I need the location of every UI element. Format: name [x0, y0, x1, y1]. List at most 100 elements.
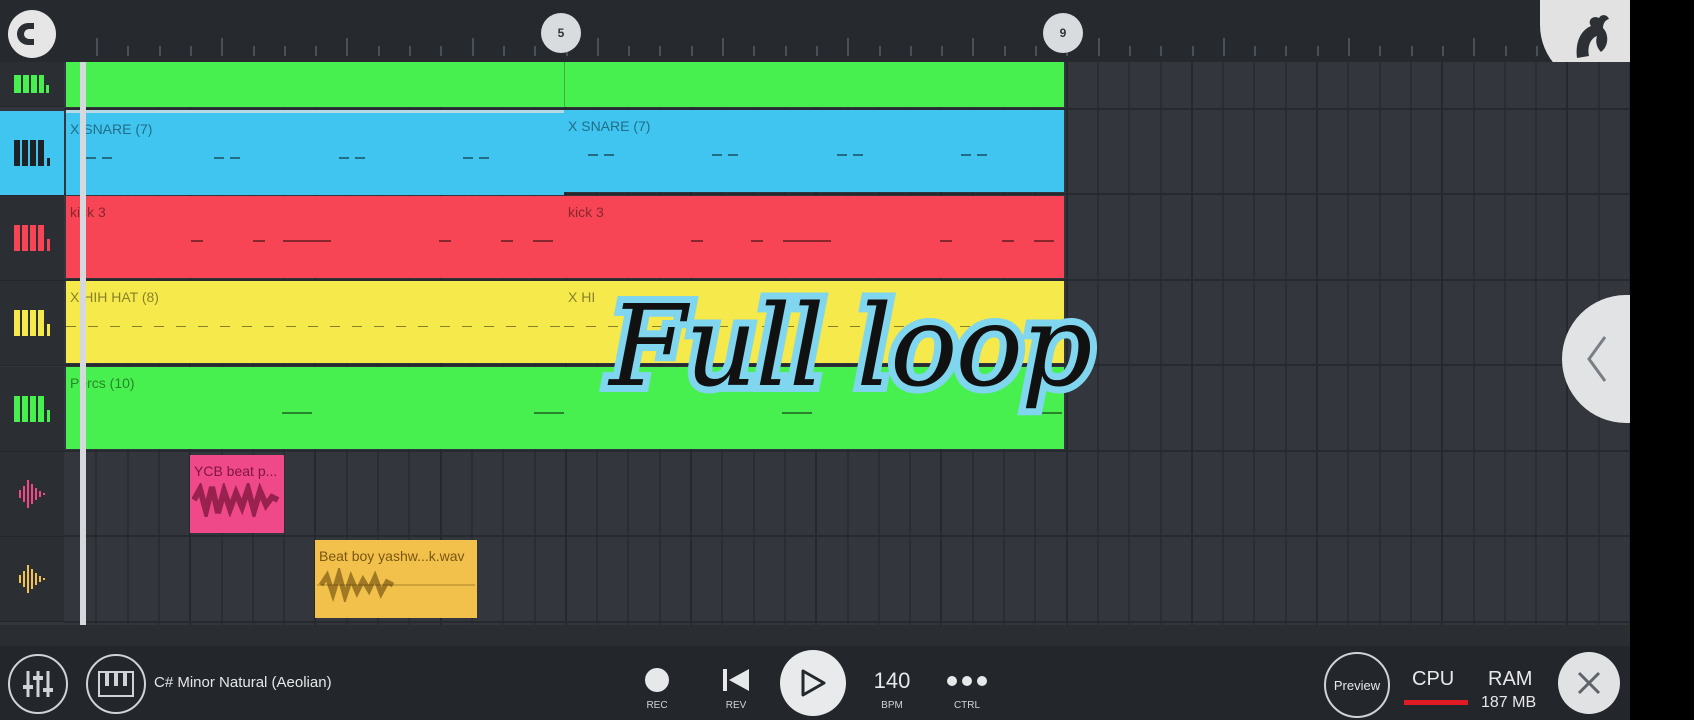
ruler-tick [377, 46, 380, 56]
grid-line [1253, 62, 1256, 625]
clip-ycb-audio[interactable]: YCB beat p... [190, 455, 284, 533]
clip-snare-1[interactable]: X SNARE (7) [66, 110, 564, 195]
piano-icon [14, 310, 50, 336]
ruler-tick [1003, 46, 1006, 56]
ruler-tick [1379, 46, 1382, 56]
grid-line [1096, 62, 1099, 625]
ruler-tick [221, 38, 224, 56]
bar-marker-5[interactable]: 5 [541, 13, 581, 53]
bpm-label: BPM [881, 700, 903, 711]
row-divider [64, 449, 1630, 452]
grid-line [1503, 62, 1506, 625]
ruler-tick [815, 46, 818, 56]
clip-label: kick 3 [568, 204, 604, 220]
clip-label: kick 3 [70, 204, 106, 220]
ruler-tick [158, 46, 161, 56]
preview-button[interactable]: Preview [1324, 652, 1390, 718]
ruler-tick [690, 46, 693, 56]
clip-snare-2[interactable]: X SNARE (7) [564, 110, 1064, 192]
clip-hihat-1[interactable]: X HIH HAT (8) [66, 281, 564, 363]
ruler-tick [909, 46, 912, 56]
grid-line [1347, 62, 1350, 625]
clip-kick-1[interactable]: kick 3 [66, 196, 564, 278]
waveform-icon [192, 483, 280, 517]
play-button[interactable] [780, 650, 846, 716]
rev-label: REV [725, 700, 747, 711]
ruler-tick [722, 38, 724, 56]
track-head-2[interactable] [0, 111, 64, 196]
ram-value: 187 MB [1481, 694, 1537, 711]
playhead[interactable] [80, 62, 86, 625]
piano-roll-button[interactable] [86, 654, 146, 714]
track-head-7[interactable] [0, 537, 64, 622]
track-head-3[interactable] [0, 196, 64, 281]
rewind-icon [723, 669, 749, 691]
ruler-tick [127, 46, 130, 56]
ruler-tick [784, 46, 787, 56]
ruler-tick [346, 38, 349, 56]
cpu-meter [1404, 700, 1468, 705]
clip-label: X SNARE (7) [568, 118, 651, 134]
track-head-6[interactable] [0, 452, 64, 537]
waveform-icon [19, 480, 45, 508]
clip-label: YCB beat p... [194, 463, 278, 479]
track-head-5[interactable] [0, 367, 64, 452]
bpm-value[interactable]: 140 [868, 668, 916, 694]
clip-beatboy-audio[interactable]: Beat boy yashw...k.wav [315, 540, 477, 618]
grid-line [1128, 62, 1131, 625]
rec-label: REC [646, 700, 668, 711]
row-divider [64, 364, 1630, 366]
bar-marker-9[interactable]: 9 [1043, 13, 1083, 53]
ruler-tick [252, 46, 255, 56]
ruler-tick [878, 46, 881, 56]
ruler-tick [471, 38, 474, 56]
clip-green-top[interactable] [66, 62, 1064, 107]
grid-line [1190, 62, 1193, 625]
close-icon [1577, 671, 1601, 695]
playlist-area[interactable]: X SNARE (7) X SNARE (7) kick 3 kick 3 X … [0, 62, 1630, 625]
grid-line [1409, 62, 1412, 625]
magnet-snap-button[interactable] [8, 10, 56, 58]
ruler-tick [659, 46, 662, 56]
ruler-tick [1535, 46, 1538, 56]
grid-line [1284, 62, 1287, 625]
ruler-tick [409, 46, 411, 56]
clip-percs[interactable]: Percs (10) [66, 367, 1064, 449]
ruler-tick [1285, 46, 1288, 56]
waveform-icon [19, 565, 45, 593]
piano-icon [14, 396, 50, 422]
ruler-tick [1504, 46, 1507, 56]
close-button[interactable] [1558, 652, 1620, 714]
play-icon [801, 669, 826, 697]
rewind-button[interactable] [722, 668, 750, 697]
ruler-tick [753, 46, 756, 56]
ruler-tick [1348, 38, 1350, 56]
ctrl-label: CTRL [953, 700, 981, 711]
clip-kick-2[interactable]: kick 3 [564, 196, 1064, 278]
screen-edge [1630, 0, 1694, 720]
scale-label[interactable]: C# Minor Natural (Aeolian) [154, 674, 332, 691]
grid-line [1378, 62, 1381, 625]
ruler-tick [534, 46, 537, 56]
piano-icon [98, 671, 134, 697]
more-icon [947, 676, 987, 686]
track-head-4[interactable] [0, 281, 64, 366]
ruler-tick [941, 46, 944, 56]
grid-line [1316, 62, 1318, 625]
cpu-label: CPU [1412, 668, 1455, 690]
grid-line [1472, 62, 1475, 625]
ruler-tick [1410, 46, 1413, 56]
mixer-button[interactable] [8, 654, 68, 714]
mixer-icon [23, 671, 53, 697]
record-button[interactable] [645, 668, 669, 692]
ruler-tick [596, 38, 599, 56]
ruler-tick [1473, 38, 1476, 56]
clip-hihat-2[interactable]: X HI [564, 281, 1064, 363]
ctrl-button[interactable] [946, 674, 988, 692]
clip-label: X HI [568, 289, 596, 305]
piano-icon [14, 140, 50, 166]
timeline-ruler[interactable]: 5 9 [0, 0, 1694, 62]
magnet-icon [17, 23, 39, 45]
ruler-tick [189, 46, 192, 56]
track-head-1[interactable] [0, 62, 64, 107]
